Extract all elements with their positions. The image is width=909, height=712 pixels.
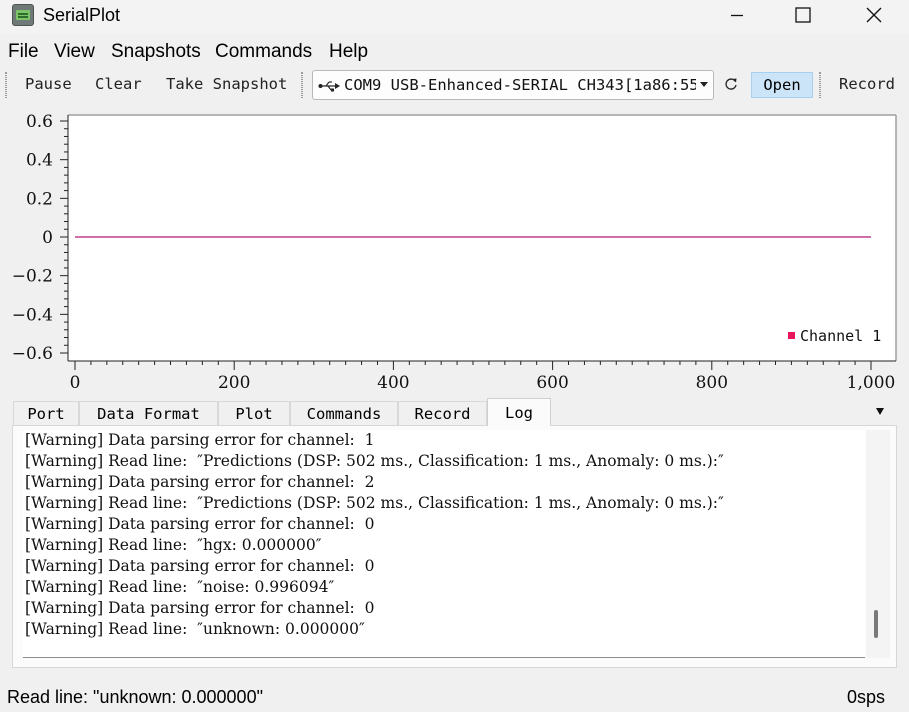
close-icon: [866, 7, 882, 23]
record-button[interactable]: Record: [839, 75, 895, 93]
log-text-area[interactable]: [Warning] Data parsing error for channel…: [23, 430, 865, 658]
log-panel: [Warning] Data parsing error for channel…: [12, 425, 897, 668]
x-tick-label: 600: [536, 373, 568, 393]
usb-icon: [318, 81, 340, 92]
tab-log[interactable]: Log: [487, 398, 551, 426]
x-tick-label: 800: [696, 373, 728, 393]
y-tick-label: 0.6: [26, 112, 53, 132]
status-bar: Read line: "unknown: 0.000000" 0sps: [0, 684, 909, 712]
clear-button[interactable]: Clear: [95, 75, 142, 93]
x-tick-label: 1,000: [847, 373, 896, 393]
chevron-down-icon: [700, 82, 708, 87]
menu-bar: File View Snapshots Commands Help: [0, 40, 909, 64]
tab-plot[interactable]: Plot: [218, 401, 290, 426]
status-message: Read line: "unknown: 0.000000": [7, 687, 263, 707]
tab-label: Port: [27, 405, 65, 423]
log-line: [Warning] Data parsing error for channel…: [25, 431, 375, 449]
log-line: [Warning] Read line: ″Predictions (DSP: …: [25, 452, 724, 470]
plot-canvas: [68, 115, 896, 361]
tab-commands[interactable]: Commands: [290, 401, 398, 426]
log-line: [Warning] Data parsing error for channel…: [25, 557, 375, 575]
maximize-button[interactable]: [768, 0, 838, 30]
toolbar-grip[interactable]: [301, 72, 303, 98]
menu-help[interactable]: Help: [329, 41, 368, 63]
sample-rate: 0sps: [846, 687, 885, 707]
title-bar: SerialPlot: [0, 0, 909, 34]
close-button[interactable]: [839, 0, 909, 30]
tab-label: Record: [414, 405, 471, 423]
tab-label: Plot: [235, 405, 273, 423]
y-tick-label: 0: [42, 228, 53, 248]
x-tick-label: 200: [218, 373, 250, 393]
log-line: [Warning] Read line: ″Predictions (DSP: …: [25, 494, 724, 512]
y-tick-label: 0.4: [26, 151, 53, 171]
plot-chart: 0.6 0.4 0.2 0 −0.2 −0.4 −0.6 0 200 400 600 800 1,000…: [12, 112, 897, 393]
legend-label: Channel 1: [800, 327, 881, 345]
log-line: [Warning] Read line: ″hgx: 0.000000″: [25, 536, 322, 554]
y-tick-label: −0.4: [12, 305, 53, 325]
tab-list-dropdown-icon[interactable]: [876, 408, 884, 415]
toolbar-grip[interactable]: [819, 72, 821, 98]
log-line: [Warning] Read line: ″noise: 0.996094″: [25, 578, 335, 596]
port-select[interactable]: COM9 USB-Enhanced-SERIAL CH343[1a86:55d: [312, 70, 714, 100]
log-line: [Warning] Data parsing error for channel…: [25, 515, 375, 533]
legend-swatch: [788, 332, 795, 339]
tab-label: Commands: [306, 405, 382, 423]
log-line: [Warning] Data parsing error for channel…: [25, 599, 375, 617]
plot-area[interactable]: 0.6 0.4 0.2 0 −0.2 −0.4 −0.6 0 200 400 600 800 1,000…: [0, 106, 909, 398]
minimize-button[interactable]: [702, 0, 772, 30]
tab-bar: Port Data Format Plot Commands Record Lo…: [12, 398, 897, 426]
menu-file[interactable]: File: [8, 41, 39, 63]
y-tick-label: 0.2: [26, 189, 53, 209]
serialplot-app-icon: [12, 4, 34, 26]
window-title: SerialPlot: [43, 5, 121, 25]
take-snapshot-button[interactable]: Take Snapshot: [166, 75, 287, 93]
tab-label: Data Format: [97, 405, 200, 423]
x-tick-label: 400: [377, 373, 409, 393]
tab-record[interactable]: Record: [398, 401, 487, 426]
toolbar-grip[interactable]: [5, 72, 7, 98]
menu-view[interactable]: View: [54, 41, 95, 63]
y-tick-label: −0.2: [12, 267, 53, 287]
open-port-button[interactable]: Open: [751, 72, 813, 98]
maximize-icon: [795, 7, 811, 23]
refresh-icon[interactable]: [723, 76, 739, 92]
minimize-icon: [731, 14, 743, 17]
log-line: [Warning] Read line: ″unknown: 0.000000″: [25, 620, 365, 638]
menu-snapshots[interactable]: Snapshots: [111, 41, 201, 63]
pause-button[interactable]: Pause: [25, 75, 72, 93]
tab-port[interactable]: Port: [13, 401, 79, 426]
log-scrollbar[interactable]: [866, 430, 890, 658]
tab-data-format[interactable]: Data Format: [79, 401, 218, 426]
menu-commands[interactable]: Commands: [215, 41, 312, 63]
log-line: [Warning] Data parsing error for channel…: [25, 473, 375, 491]
log-scrollbar-thumb[interactable]: [874, 610, 878, 638]
tab-label: Log: [505, 403, 533, 422]
port-select-value: COM9 USB-Enhanced-SERIAL CH343[1a86:55d: [344, 76, 696, 94]
x-tick-label: 0: [70, 373, 81, 393]
y-tick-label: −0.6: [12, 344, 53, 364]
